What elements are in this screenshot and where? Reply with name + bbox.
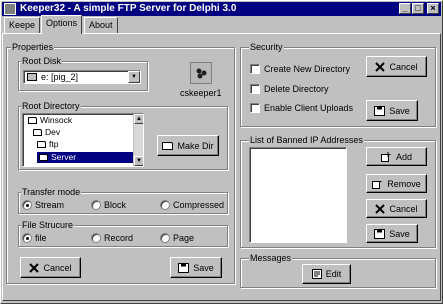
- tab-keeper[interactable]: Keepe: [4, 17, 41, 33]
- cancel-x-icon: [375, 203, 386, 214]
- scroll-up-icon[interactable]: ▲: [134, 114, 143, 124]
- app-icon: [4, 3, 16, 15]
- edit-label: Edit: [325, 269, 342, 279]
- cancel-label: Cancel: [389, 61, 418, 72]
- properties-save-button[interactable]: Save: [170, 257, 222, 278]
- save-icon: [374, 228, 386, 239]
- tree-item-label: Dev: [45, 127, 61, 137]
- cskeeper-icon[interactable]: [190, 62, 212, 84]
- file-label: file: [35, 233, 47, 243]
- security-label: Security: [249, 42, 284, 52]
- compressed-label: Compressed: [173, 200, 225, 210]
- add-label: Add: [395, 151, 412, 162]
- delete-dir-label: Delete Directory: [264, 84, 329, 94]
- folder-icon: [162, 141, 174, 150]
- cancel-label: Cancel: [389, 203, 418, 214]
- radio-block[interactable]: [91, 200, 101, 210]
- tree-item[interactable]: Dev: [33, 127, 60, 138]
- tree-scrollbar[interactable]: ▲ ▼: [133, 114, 143, 166]
- radio-page[interactable]: [160, 233, 170, 243]
- tab-about[interactable]: About: [84, 17, 118, 33]
- block-label: Block: [104, 200, 127, 210]
- remove-label: Remove: [387, 178, 421, 189]
- scroll-down-icon[interactable]: ▼: [134, 156, 143, 166]
- radio-compressed[interactable]: [160, 200, 170, 210]
- properties-label: Properties: [11, 42, 55, 52]
- make-dir-button[interactable]: Make Dir: [157, 135, 219, 156]
- tree-item-label: Winsock: [40, 115, 73, 125]
- page-label: Page: [173, 233, 195, 243]
- remove-icon: [372, 180, 382, 189]
- tab-options[interactable]: Options: [41, 15, 83, 34]
- save-label: Save: [389, 105, 410, 116]
- tree-item[interactable]: ftp: [37, 139, 58, 150]
- make-dir-label: Make Dir: [177, 140, 214, 151]
- root-disk-value: e: [pig_2]: [41, 72, 79, 82]
- transfer-mode-label: Transfer mode: [21, 187, 82, 197]
- folder-icon: [28, 117, 37, 124]
- close-button[interactable]: ×: [427, 3, 439, 14]
- maximize-button[interactable]: □: [412, 3, 424, 14]
- banned-ip-list[interactable]: [249, 147, 347, 243]
- file-structure-label: File Strucure: [21, 220, 75, 230]
- window-title: Keeper32 - A simple FTP Server for Delph…: [20, 3, 237, 14]
- folder-icon: [39, 154, 48, 161]
- record-label: Record: [104, 233, 134, 243]
- tab-label: Keepe: [9, 20, 36, 30]
- directory-tree[interactable]: Winsock Dev ftp Server ▲ ▼: [22, 113, 144, 167]
- save-label: Save: [193, 262, 214, 273]
- remove-button[interactable]: Remove: [366, 174, 427, 193]
- uploads-label: Enable Client Uploads: [264, 103, 354, 113]
- chevron-down-icon[interactable]: ▼: [128, 71, 140, 83]
- cancel-x-icon: [375, 61, 386, 72]
- add-icon: [380, 151, 391, 162]
- save-label: Save: [389, 228, 410, 239]
- banned-ip-label: List of Banned IP Addresses: [249, 135, 364, 145]
- banned-cancel-button[interactable]: Cancel: [366, 199, 427, 218]
- security-save-button[interactable]: Save: [366, 100, 418, 121]
- tree-item-label: Server: [51, 152, 77, 162]
- tab-label: Options: [46, 18, 78, 28]
- radio-stream[interactable]: [22, 200, 32, 210]
- save-icon: [374, 105, 386, 116]
- stream-label: Stream: [35, 200, 65, 210]
- drive-icon: [27, 73, 37, 81]
- folder-icon: [33, 129, 42, 136]
- title-bar[interactable]: Keeper32 - A simple FTP Server for Delph…: [2, 2, 441, 16]
- tree-item[interactable]: Winsock: [28, 115, 72, 126]
- radio-record[interactable]: [91, 233, 101, 243]
- root-disk-label: Root Disk: [21, 56, 63, 66]
- radio-file[interactable]: [22, 233, 32, 243]
- add-button[interactable]: Add: [366, 147, 427, 166]
- cancel-x-icon: [29, 262, 40, 273]
- edit-button[interactable]: Edit: [302, 264, 351, 284]
- messages-label: Messages: [249, 253, 293, 263]
- root-directory-label: Root Directory: [21, 101, 81, 111]
- root-disk-select[interactable]: e: [pig_2] ▼: [23, 70, 141, 84]
- create-dir-label: Create New Directory: [264, 64, 351, 74]
- uploads-checkbox[interactable]: [250, 103, 260, 113]
- tree-item-label: ftp: [49, 139, 59, 149]
- save-icon: [178, 262, 190, 273]
- banned-save-button[interactable]: Save: [366, 224, 418, 243]
- folder-icon: [37, 141, 46, 148]
- create-dir-checkbox[interactable]: [250, 64, 260, 74]
- tree-item-selected[interactable]: Server: [37, 152, 135, 163]
- tab-label: About: [89, 20, 113, 30]
- cancel-label: Cancel: [43, 262, 72, 273]
- edit-icon: [311, 269, 322, 279]
- delete-dir-checkbox[interactable]: [250, 84, 260, 94]
- security-cancel-button[interactable]: Cancel: [366, 56, 427, 77]
- properties-cancel-button[interactable]: Cancel: [20, 257, 81, 278]
- cskeeper-caption: cskeeper1: [180, 88, 222, 98]
- minimize-button[interactable]: _: [399, 3, 411, 14]
